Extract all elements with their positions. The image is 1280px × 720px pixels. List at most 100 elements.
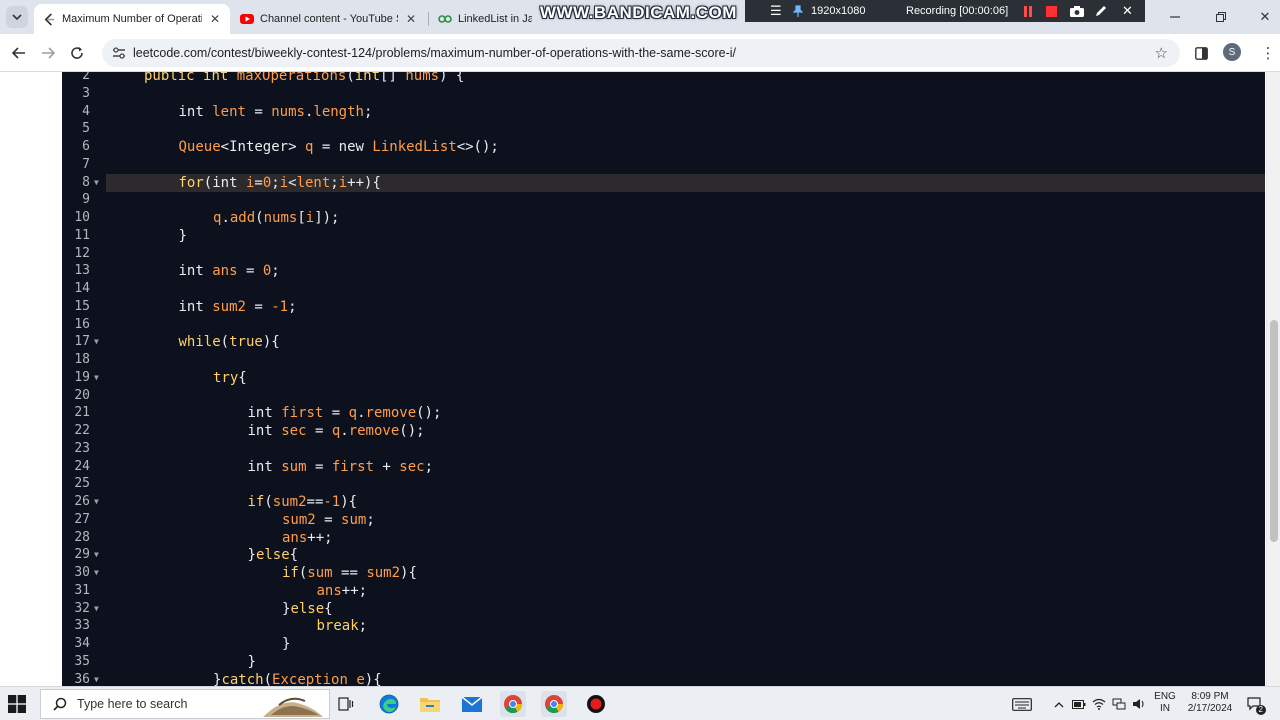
- chevron-up-icon[interactable]: [1050, 691, 1068, 717]
- chrome-icon[interactable]: [541, 691, 567, 717]
- code-line[interactable]: 20: [62, 387, 1265, 405]
- code-line[interactable]: 13 int ans = 0;: [62, 262, 1265, 280]
- code-line[interactable]: 17 ▼ while(true){: [62, 333, 1265, 351]
- code-line[interactable]: 15 int sum2 = -1;: [62, 298, 1265, 316]
- tab-search-button[interactable]: [6, 6, 28, 28]
- kebab-menu-icon[interactable]: ⋮: [1257, 42, 1279, 64]
- windows-start-icon[interactable]: [8, 695, 26, 713]
- code-line[interactable]: 19 ▼ try{: [62, 369, 1265, 387]
- tab-leetcode[interactable]: Maximum Number of Operations ✕: [34, 4, 230, 34]
- code-line[interactable]: 29 ▼}else{: [62, 546, 1265, 564]
- mail-icon[interactable]: [459, 691, 485, 717]
- code-token: try: [213, 369, 239, 386]
- file-explorer-icon[interactable]: [417, 691, 443, 717]
- close-icon[interactable]: ✕: [1122, 0, 1133, 22]
- code-line[interactable]: 35}: [62, 653, 1265, 671]
- code-token: catch: [221, 671, 264, 687]
- code-line[interactable]: 32 ▼}else{: [62, 600, 1265, 618]
- pin-icon[interactable]: [793, 0, 803, 22]
- restore-icon[interactable]: [1210, 6, 1232, 28]
- code-line[interactable]: 12: [62, 245, 1265, 263]
- bookmark-star-icon[interactable]: ☆: [1155, 44, 1168, 62]
- reload-icon[interactable]: [66, 42, 88, 64]
- clock[interactable]: 8:09 PM 2/17/2024: [1181, 691, 1239, 715]
- code-line[interactable]: 25: [62, 475, 1265, 493]
- fold-toggle-icon[interactable]: ▼: [94, 369, 99, 387]
- code-line[interactable]: 22 int sec = q.remove();: [62, 422, 1265, 440]
- code-line[interactable]: 33 break;: [62, 617, 1265, 635]
- fold-toggle-icon[interactable]: ▼: [94, 564, 99, 582]
- code-line[interactable]: 8 ▼ for(int i=0;i<lent;i++){: [82, 173, 1265, 192]
- taskbar: Type here to search ENG IN 8:09 PM 2/17/…: [0, 686, 1280, 720]
- code-line[interactable]: 27 sum2 = sum;: [62, 511, 1265, 529]
- profile-avatar[interactable]: S: [1223, 43, 1241, 61]
- keyboard-icon[interactable]: [1010, 691, 1034, 717]
- code-line[interactable]: 31 ans++;: [62, 582, 1265, 600]
- code-token: .: [221, 210, 230, 226]
- pencil-icon[interactable]: [1095, 0, 1107, 22]
- code-line[interactable]: 26 ▼ if(sum2==-1){: [62, 493, 1265, 511]
- code-token: ;: [271, 174, 280, 191]
- forward-icon[interactable]: [37, 42, 59, 64]
- code-line[interactable]: 16: [62, 316, 1265, 334]
- browser-toolbar: leetcode.com/contest/biweekly-contest-12…: [0, 34, 1280, 72]
- wifi-icon[interactable]: [1090, 691, 1108, 717]
- notifications-icon[interactable]: 2: [1244, 691, 1266, 717]
- scrollbar-thumb[interactable]: [1270, 320, 1278, 542]
- url-text[interactable]: leetcode.com/contest/biweekly-contest-12…: [133, 46, 736, 60]
- code-line[interactable]: 11}: [62, 227, 1265, 245]
- bandicam-icon[interactable]: [583, 691, 609, 717]
- code-line[interactable]: 34}: [62, 635, 1265, 653]
- code-line[interactable]: 2 public int maxOperations(int[] nums) {: [62, 72, 1265, 85]
- fold-toggle-icon[interactable]: ▼: [94, 174, 99, 192]
- code-line[interactable]: 9: [62, 191, 1265, 209]
- code-line[interactable]: 21 int first = q.remove();: [62, 404, 1265, 422]
- menu-icon[interactable]: ☰: [770, 0, 782, 22]
- chrome-icon[interactable]: [500, 691, 526, 717]
- side-panel-icon[interactable]: [1190, 42, 1212, 64]
- code-line[interactable]: 30 ▼ if(sum == sum2){: [62, 564, 1265, 582]
- address-bar[interactable]: leetcode.com/contest/biweekly-contest-12…: [102, 39, 1180, 67]
- code-editor[interactable]: 2 public int maxOperations(int[] nums) {3…: [62, 72, 1265, 686]
- code-line[interactable]: 18: [62, 351, 1265, 369]
- fold-toggle-icon[interactable]: ▼: [94, 546, 99, 564]
- code-text: Queue<Integer> q = new LinkedList<>();: [179, 138, 499, 156]
- stop-icon[interactable]: [1046, 0, 1057, 22]
- tab-youtube-studio[interactable]: Channel content - YouTube Studio ✕: [232, 4, 426, 34]
- code-line[interactable]: 36 ▼}catch(Exception e){: [62, 671, 1265, 687]
- code-line[interactable]: 24 int sum = first + sec;: [62, 458, 1265, 476]
- back-icon[interactable]: [8, 42, 30, 64]
- fold-toggle-icon[interactable]: ▼: [94, 333, 99, 351]
- code-line[interactable]: 6 Queue<Integer> q = new LinkedList<>();: [62, 138, 1265, 156]
- fold-toggle-icon[interactable]: ▼: [94, 671, 99, 687]
- code-line[interactable]: 7: [62, 156, 1265, 174]
- code-line[interactable]: 23: [62, 440, 1265, 458]
- code-token: {: [238, 369, 247, 386]
- edge-icon[interactable]: [376, 691, 402, 717]
- camera-icon[interactable]: [1070, 0, 1084, 22]
- input-language[interactable]: ENG IN: [1152, 691, 1178, 715]
- taskbar-search[interactable]: Type here to search: [40, 689, 330, 719]
- volume-icon[interactable]: [1130, 691, 1148, 717]
- close-window-icon[interactable]: ✕: [1254, 6, 1276, 28]
- code-line[interactable]: 14: [62, 280, 1265, 298]
- task-view-icon[interactable]: [333, 691, 359, 717]
- page-scrollbar[interactable]: [1266, 72, 1280, 686]
- code-line[interactable]: 5: [62, 120, 1265, 138]
- code-token: ();: [399, 423, 425, 439]
- network-icon[interactable]: [1110, 691, 1128, 717]
- code-line[interactable]: 10 q.add(nums[i]);: [62, 209, 1265, 227]
- code-token: sum: [341, 511, 367, 528]
- minimize-icon[interactable]: [1164, 6, 1186, 28]
- code-line[interactable]: 3: [62, 85, 1265, 103]
- close-icon[interactable]: ✕: [404, 12, 418, 26]
- tab-linkedlist-java[interactable]: LinkedList in Java: [430, 4, 540, 34]
- close-icon[interactable]: ✕: [208, 12, 222, 26]
- fold-toggle-icon[interactable]: ▼: [94, 493, 99, 511]
- battery-icon[interactable]: [1070, 691, 1088, 717]
- code-line[interactable]: 4 int lent = nums.length;: [62, 103, 1265, 121]
- site-info-icon[interactable]: [111, 45, 127, 61]
- code-line[interactable]: 28 ans++;: [62, 529, 1265, 547]
- fold-toggle-icon[interactable]: ▼: [94, 600, 99, 618]
- pause-icon[interactable]: [1023, 0, 1033, 22]
